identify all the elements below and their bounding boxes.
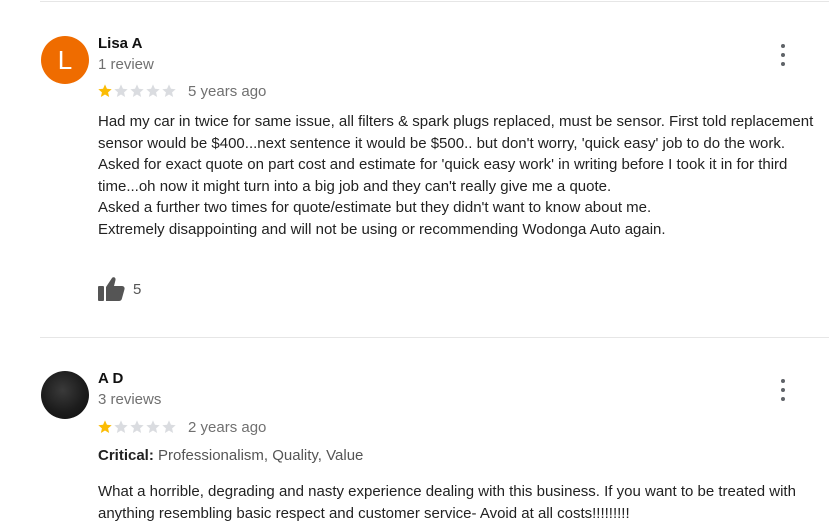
star-rating	[97, 419, 177, 435]
more-options-icon[interactable]	[774, 379, 792, 401]
review-paragraph: Asked a further two times for quote/esti…	[98, 199, 652, 217]
star-filled-icon	[98, 84, 112, 97]
rating-row: 2 years ago	[97, 417, 266, 437]
menu-dot	[781, 397, 785, 401]
review-divider	[40, 337, 829, 338]
like-button[interactable]: 5	[97, 276, 141, 302]
menu-dot	[781, 53, 785, 57]
menu-dot	[781, 44, 785, 48]
like-count: 5	[133, 280, 142, 298]
star-empty-icon	[146, 420, 160, 433]
review-text: Had my car in twice for same issue, all …	[98, 111, 822, 241]
review-paragraph: Extremely disappointing and will not be …	[98, 220, 666, 238]
more-options-icon[interactable]	[774, 44, 792, 66]
review-time: 5 years ago	[188, 82, 267, 100]
top-divider	[40, 1, 829, 2]
menu-dot	[781, 379, 785, 383]
menu-dot	[781, 388, 785, 392]
critical-attributes: Critical: Professionalism, Quality, Valu…	[98, 447, 363, 464]
critical-items: Professionalism, Quality, Value	[158, 447, 364, 464]
star-rating	[97, 83, 177, 99]
star-empty-icon	[162, 420, 176, 433]
star-filled-icon	[98, 420, 112, 433]
critical-label: Critical:	[98, 447, 154, 464]
review-time: 2 years ago	[188, 418, 267, 436]
star-empty-icon	[146, 84, 160, 97]
reviewer-review-count[interactable]: 1 review	[98, 56, 154, 73]
star-empty-icon	[130, 420, 144, 433]
review-paragraph: What a horrible, degrading and nasty exp…	[98, 483, 796, 522]
review-paragraph: Asked for exact quote on part cost and e…	[98, 156, 788, 195]
reviewer-review-count[interactable]: 3 reviews	[98, 391, 161, 408]
star-empty-icon	[162, 84, 176, 97]
reviewer-name[interactable]: A D	[98, 370, 123, 387]
thumbs-up-icon	[98, 277, 125, 301]
star-empty-icon	[114, 84, 128, 97]
star-empty-icon	[114, 420, 128, 433]
avatar[interactable]	[41, 371, 89, 419]
review-paragraph: Had my car in twice for same issue, all …	[98, 113, 814, 152]
rating-row: 5 years ago	[97, 81, 266, 101]
star-empty-icon	[130, 84, 144, 97]
reviewer-name[interactable]: Lisa A	[98, 35, 142, 52]
reviews-page: L Lisa A 1 review 5 years ago Had my car…	[0, 0, 829, 532]
menu-dot	[781, 62, 785, 66]
avatar[interactable]: L	[41, 36, 89, 84]
review-text: What a horrible, degrading and nasty exp…	[98, 481, 822, 524]
avatar-letter: L	[57, 44, 73, 75]
